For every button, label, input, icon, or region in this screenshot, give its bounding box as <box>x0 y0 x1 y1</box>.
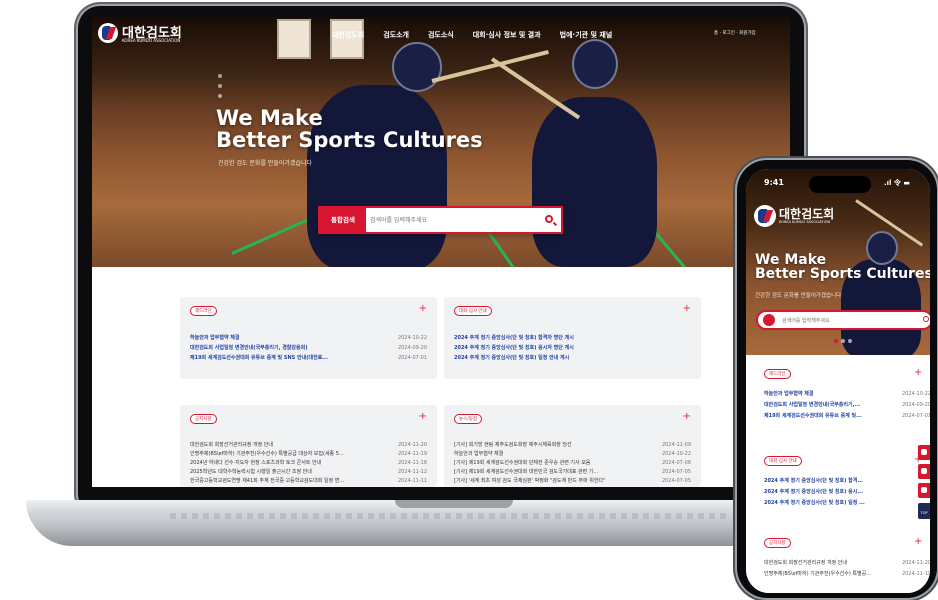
logo-icon[interactable] <box>754 205 776 227</box>
list-item[interactable]: 대한검도회 사업일정 변경안내(국무총리기,... 2024-09-20 <box>764 400 930 410</box>
panel-notice: 공지사항 + 대한검도회 회장선거관리규정 개정 안내 2024-11-20 인명… <box>180 405 437 487</box>
floor-line <box>650 227 718 267</box>
hero-title-line1: We Make <box>755 252 827 268</box>
search-label: 통합검색 <box>320 208 366 232</box>
list-item[interactable]: 대한검도회 회장선거관리규정 개정 안내 2024-11-20 <box>764 558 930 568</box>
plus-icon[interactable]: + <box>683 412 691 422</box>
plus-icon[interactable]: + <box>914 368 922 378</box>
status-icons: .ıl 令 ▬ <box>884 179 910 187</box>
facebook-icon[interactable] <box>918 483 930 498</box>
banner-flag <box>277 19 311 59</box>
list-item[interactable]: 하늘안과 업무협약 체결 2024-10-22 <box>764 389 930 399</box>
list-item[interactable]: [기사] 회기방 현팀 제주도검도회장 제주시체육회장 당선 2024-11-09 <box>454 441 691 450</box>
list-item[interactable]: 2024 추계 정기 중앙심사(단 및 칭호) 합격자 명단 게시 <box>454 334 691 343</box>
main-nav: 대한검도회 검도소개 검도소식 대회·심사 정보 및 결과 법에·기관 및 재널 <box>332 30 612 40</box>
phone-panel-competition: 대회·심사 안내 + 2024 추계 정기 중앙심사(단 및 칭호) 합격...… <box>754 452 930 522</box>
laptop-screen: 대한검도회 KOREA KUMDO ASSOCIATION 대한검도회 검도소개… <box>92 17 790 487</box>
list-item[interactable]: [기사] 제19회 세계검도선수권대회 대한민국 검도국가대표 관련 기... 2… <box>454 468 691 477</box>
list-item[interactable]: 2024 추계 정기 중앙심사(단 및 칭호) 응시자 명단 게시 <box>454 344 691 353</box>
panel-tag: 공지사항 <box>190 414 217 424</box>
list-item[interactable]: 인명주제(BS\ef마하) 기관주천(우수선수) 특별공... 2024-11-1… <box>764 569 930 579</box>
phone-panel-headline: 헤드라인 + 하늘안과 업무협약 체결 2024-10-22 대한검도회 사업일정… <box>754 365 930 435</box>
nav-item-competition[interactable]: 대회·심사 정보 및 결과 <box>473 30 541 40</box>
list-item[interactable]: [기사] 제19회 세계검도선수권대회 단체전 준우승 관련 기사 모음 2024… <box>454 459 691 468</box>
laptop-chin <box>92 487 790 501</box>
shinai <box>490 57 581 120</box>
hero-subtitle: 건강한 검도 문화를 만들어가겠습니다 <box>218 160 313 167</box>
scroll-top-button[interactable]: TOP <box>918 503 930 519</box>
hero-subtitle: 건강한 검도 문화를 만들어가겠습니다 <box>755 293 842 299</box>
slide-indicator[interactable] <box>834 339 852 343</box>
search-input[interactable] <box>782 314 912 327</box>
hero-section: 대한검도회 KOREA KUMDO ASSOCIATION 대한검도회 검도소개… <box>92 17 790 267</box>
util-links[interactable]: 홈 · 로그인 · 회원가입 <box>714 30 756 36</box>
panel-tag: 뉴스/동정 <box>454 414 483 424</box>
list-item[interactable]: 하늘안과 업무협약 체결 2024-10-22 <box>454 450 691 459</box>
hero-title-line1: We Make <box>216 106 323 130</box>
search-input[interactable] <box>370 210 540 230</box>
instagram-icon[interactable] <box>918 464 930 479</box>
nav-item-intro[interactable]: 검도소개 <box>383 30 409 40</box>
shinai <box>431 50 549 83</box>
list-item[interactable]: 인명주제(BS\ef마하) 기관주천(우수선수) 특별공급 대상자 모집(세종 … <box>190 450 427 459</box>
list-item[interactable]: 한국중고등학교검도연맹 제41회 추계 전국중·고등학교검도대회 일정 변...… <box>190 477 427 486</box>
list-item[interactable]: 2024 추계 정기 중앙심사(단 및 칭호) 합격... <box>764 476 930 486</box>
list-item[interactable]: 제19회 세계검도선수권대회 유튜브 중계 및... 2024-07-01 <box>764 411 930 421</box>
status-time: 9:41 <box>764 178 784 187</box>
search-icon[interactable] <box>923 316 929 322</box>
phone-hero: 9:41 .ıl 令 ▬ 대한검도회 KOREA KUMDO ASSOCIATI… <box>746 169 930 355</box>
fighter-right-head <box>572 39 618 89</box>
list-item[interactable]: 2024 추계 정기 중앙심사(단 및 칭호) 일정 ... <box>764 498 930 508</box>
panel-tag: 헤드라인 <box>190 306 217 316</box>
panel-competition: 대회·심사 안내 + 2024 추계 정기 중앙심사(단 및 칭호) 합격자 명… <box>444 297 701 379</box>
panel-headline: 헤드라인 + 하늘안과 업무협약 체결 2024-10-22 대한검도회 사업일정… <box>180 297 437 379</box>
panel-tag: 헤드라인 <box>764 369 791 379</box>
dynamic-island <box>809 176 871 193</box>
search-box: 통합검색 <box>318 206 563 234</box>
panel-tag: 대회·심사 안내 <box>454 306 492 316</box>
logo-icon[interactable] <box>98 23 118 43</box>
nav-item-association[interactable]: 대한검도회 <box>332 30 364 40</box>
list-item[interactable]: 하늘안과 업무협약 체결 2024-10-22 <box>190 334 427 343</box>
list-item[interactable]: 대한검도회 회장선거관리규정 개정 안내 2024-11-20 <box>190 441 427 450</box>
list-item[interactable]: 2024 추계 정기 중앙심사(단 및 칭호) 일정 안내 게시 <box>454 354 691 363</box>
laptop-notch <box>395 500 513 508</box>
phone-screen: 9:41 .ıl 令 ▬ 대한검도회 KOREA KUMDO ASSOCIATI… <box>746 169 930 593</box>
plus-icon[interactable]: + <box>419 304 427 314</box>
nav-item-news[interactable]: 검도소식 <box>428 30 454 40</box>
nav-item-channel[interactable]: 법에·기관 및 재널 <box>560 30 613 40</box>
hero-title-line2: Better Sports Cultures <box>755 266 930 282</box>
search-box <box>756 310 930 330</box>
logo-subtext: KOREA KUMDO ASSOCIATION <box>122 38 181 43</box>
panel-tag: 대회·심사 안내 <box>764 456 802 466</box>
list-item[interactable]: [기사] '세계 최초 여성 검도 국제심판' 박정화 "검도계 반드 주파 위… <box>454 477 691 486</box>
panel-news: 뉴스/동정 + [기사] 회기방 현팀 제주도검도회장 제주시체육회장 당선 20… <box>444 405 701 487</box>
plus-icon[interactable]: + <box>914 537 922 547</box>
news-panels: 헤드라인 + 하늘안과 업무협약 체결 2024-10-22 대한검도회 사업일정… <box>92 267 790 487</box>
laptop-keyboard-edge <box>170 513 730 519</box>
fighter-left-head <box>392 42 442 92</box>
panel-tag: 공지사항 <box>764 538 791 548</box>
logo-subtext: KOREA KUMDO ASSOCIATION <box>779 220 831 224</box>
phone-panel-notice: 공지사항 + 대한검도회 회장선거관리규정 개정 안내 2024-11-20 인명… <box>754 534 930 593</box>
logo-mark-icon <box>763 314 775 326</box>
slide-indicator[interactable] <box>218 74 222 104</box>
hero-title: We Make Better Sports Cultures <box>755 253 930 281</box>
hero-title: We Make Better Sports Cultures <box>216 107 483 151</box>
list-item[interactable]: 2024 추계 정기 중앙심사(단 및 칭호) 응시... <box>764 487 930 497</box>
fighter-right <box>532 97 657 267</box>
list-item[interactable]: 2024년 하네다 선수·지도자 현장 스포츠과학 토크 콘서트 안내 2024-… <box>190 459 427 468</box>
search-icon[interactable] <box>545 215 553 223</box>
list-item[interactable]: 제19회 세계검도선수권대회 유튜브 중계 및 SNS 안내(대전료... 202… <box>190 354 427 363</box>
floating-sidebar: TOP <box>918 445 930 525</box>
list-item[interactable]: 2025학년도 대학수학능력시험 시행일 출근시간 조정 안내 2024-11-1… <box>190 468 427 477</box>
hero-title-line2: Better Sports Cultures <box>216 128 483 152</box>
list-item[interactable]: 대한검도회 사업일정 변경안내(국무총리기, 경찰감용회) 2024-09-20 <box>190 344 427 353</box>
plus-icon[interactable]: + <box>419 412 427 422</box>
youtube-icon[interactable] <box>918 445 930 460</box>
plus-icon[interactable]: + <box>683 304 691 314</box>
